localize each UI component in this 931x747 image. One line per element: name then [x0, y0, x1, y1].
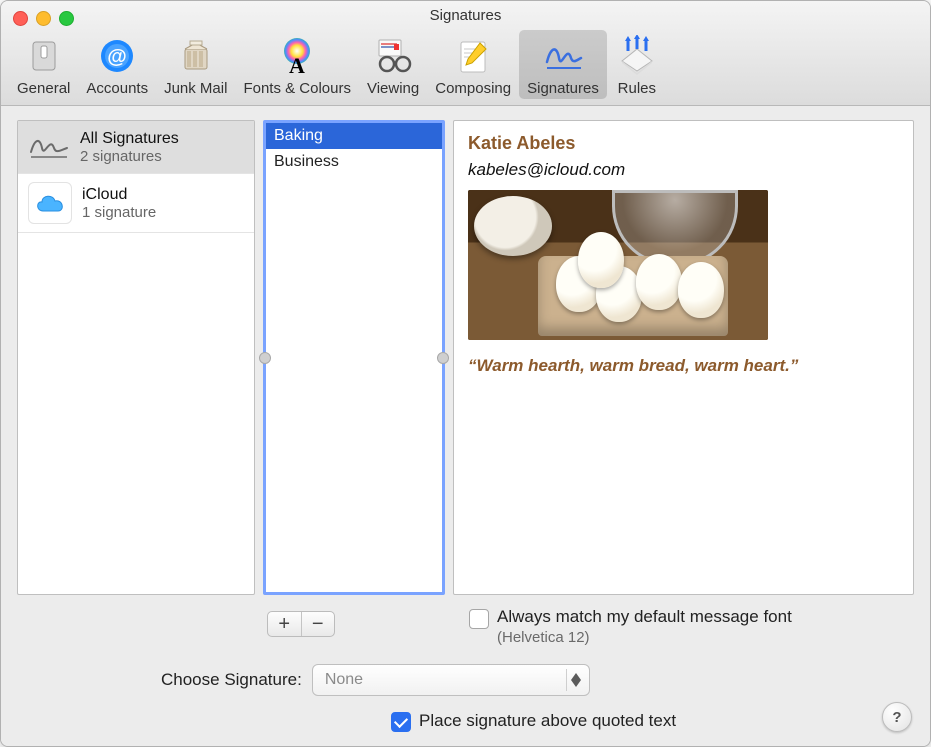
- place-above-label: Place signature above quoted text: [419, 711, 676, 731]
- svg-text:A: A: [289, 53, 305, 77]
- help-icon: ?: [892, 709, 901, 726]
- match-font-label-wrap: Always match my default message font (He…: [497, 607, 792, 646]
- signature-icon: [28, 129, 70, 165]
- add-signature-button[interactable]: +: [268, 612, 302, 636]
- tab-label: Fonts & Colours: [243, 80, 351, 97]
- zoom-button[interactable]: [59, 11, 74, 26]
- match-font-checkbox[interactable]: [469, 609, 489, 629]
- tab-label: Rules: [618, 80, 656, 97]
- columns: All Signatures 2 signatures iCloud 1 sig…: [17, 120, 914, 595]
- choose-signature-label: Choose Signature:: [161, 670, 302, 690]
- close-button[interactable]: [13, 11, 28, 26]
- account-text: iCloud 1 signature: [82, 186, 156, 221]
- under-row: + − Always match my default message font…: [17, 607, 914, 646]
- add-remove-signature: + −: [267, 611, 335, 637]
- accounts-list: All Signatures 2 signatures iCloud 1 sig…: [17, 120, 255, 595]
- account-icloud[interactable]: iCloud 1 signature: [18, 174, 254, 233]
- tab-label: Viewing: [367, 80, 419, 97]
- font-note: (Helvetica 12): [497, 629, 792, 646]
- composing-icon: [451, 34, 495, 78]
- window-controls: [13, 11, 74, 26]
- place-above-checkbox[interactable]: [391, 712, 411, 732]
- tab-label: Junk Mail: [164, 80, 227, 97]
- tab-rules[interactable]: Rules: [607, 30, 667, 99]
- resize-grip-left[interactable]: [259, 352, 271, 364]
- minimize-button[interactable]: [36, 11, 51, 26]
- signature-item-business[interactable]: Business: [266, 149, 442, 175]
- resize-grip-right[interactable]: [437, 352, 449, 364]
- general-icon: [22, 34, 66, 78]
- tab-accounts[interactable]: @ Accounts: [78, 30, 156, 99]
- account-text: All Signatures 2 signatures: [80, 130, 179, 165]
- cloud-icon: [28, 182, 72, 224]
- tab-viewing[interactable]: Viewing: [359, 30, 427, 99]
- signatures-list[interactable]: Baking Business: [263, 120, 445, 595]
- tab-junk-mail[interactable]: Junk Mail: [156, 30, 235, 99]
- account-title: iCloud: [82, 186, 156, 204]
- tab-label: Composing: [435, 80, 511, 97]
- signatures-icon: [541, 34, 585, 78]
- junk-mail-icon: [174, 34, 218, 78]
- signature-preview[interactable]: Katie Abeles kabeles@icloud.com “Warm he…: [453, 120, 914, 595]
- choose-signature-value: None: [325, 671, 363, 689]
- preview-name: Katie Abeles: [468, 133, 899, 154]
- tab-general[interactable]: General: [9, 30, 78, 99]
- tab-label: Signatures: [527, 80, 599, 97]
- titlebar: Signatures General @: [1, 1, 930, 106]
- preview-image: [468, 190, 768, 340]
- preview-email: kabeles@icloud.com: [468, 160, 899, 180]
- tab-signatures[interactable]: Signatures: [519, 30, 607, 99]
- place-above-row: Place signature above quoted text: [21, 710, 910, 732]
- account-title: All Signatures: [80, 130, 179, 148]
- tab-composing[interactable]: Composing: [427, 30, 519, 99]
- viewing-icon: [371, 34, 415, 78]
- svg-text:@: @: [107, 46, 127, 68]
- tab-label: General: [17, 80, 70, 97]
- signatures-column: Baking Business: [263, 120, 445, 595]
- match-font-label: Always match my default message font: [497, 607, 792, 627]
- choose-signature-popup[interactable]: None: [312, 664, 590, 696]
- tab-fonts-colours[interactable]: A Fonts & Colours: [235, 30, 359, 99]
- tab-label: Accounts: [86, 80, 148, 97]
- account-subtitle: 2 signatures: [80, 148, 179, 165]
- accounts-icon: @: [95, 34, 139, 78]
- account-subtitle: 1 signature: [82, 204, 156, 221]
- signatures-preferences-window: Signatures General @: [0, 0, 931, 747]
- signature-item-baking[interactable]: Baking: [266, 123, 442, 149]
- account-all-signatures[interactable]: All Signatures 2 signatures: [18, 121, 254, 174]
- content-area: All Signatures 2 signatures iCloud 1 sig…: [1, 106, 930, 746]
- remove-signature-button[interactable]: −: [302, 612, 335, 636]
- choose-signature-row: Choose Signature: None: [21, 664, 910, 696]
- help-button[interactable]: ?: [882, 702, 912, 732]
- preferences-toolbar: General @ Accounts: [1, 30, 930, 105]
- preview-quote: “Warm hearth, warm bread, warm heart.”: [468, 356, 899, 376]
- window-title: Signatures: [1, 7, 930, 30]
- fonts-colours-icon: A: [275, 34, 319, 78]
- bottom-controls: Choose Signature: None Place signature a…: [17, 658, 914, 736]
- popup-arrows-icon: [566, 669, 585, 691]
- rules-icon: [615, 34, 659, 78]
